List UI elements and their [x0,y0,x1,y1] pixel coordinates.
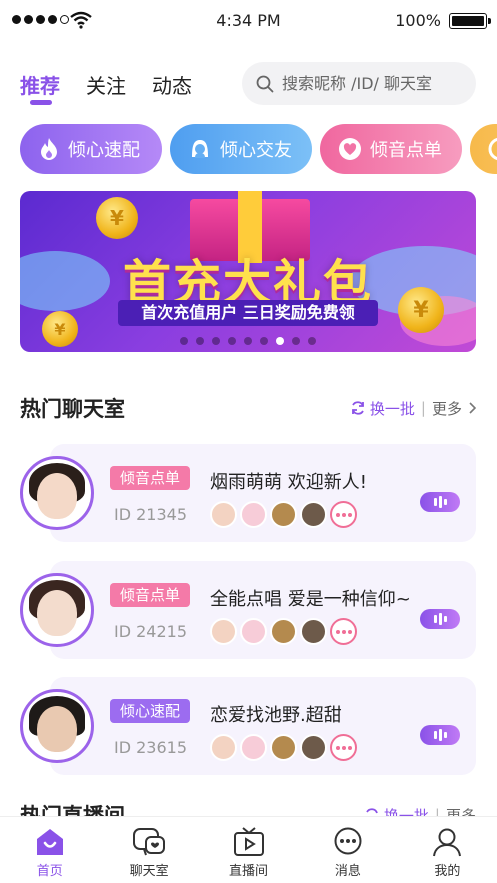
member-avatar [300,618,327,645]
chevron-right-icon [469,402,476,414]
member-avatar [270,618,297,645]
category-more-partial[interactable] [470,124,497,174]
hot-rooms-header: 热门聊天室 换一批 | 更多 [20,393,476,423]
search-input[interactable] [282,74,472,93]
search-icon [256,75,274,92]
room-id: ID 24215 [114,622,188,641]
more-members-icon[interactable] [330,501,357,528]
chat-room-icon [133,828,166,856]
category-label: 倾心速配 [68,140,140,161]
pagination-dot[interactable] [244,337,252,345]
room-id: ID 23615 [114,738,188,757]
status-bar: 4:34 PM 100% [0,0,497,42]
nav-profile[interactable]: 我的 [398,817,497,883]
promo-banner[interactable]: ¥ ¥ ¥ 首充大礼包 首次充值用户 三日奖励免费领 [20,191,476,352]
room-avatar [20,573,94,647]
coin-icon [488,137,497,161]
room-avatar [20,456,94,530]
member-avatar [240,501,267,528]
room-title: 恋爱找池野.超甜 [210,705,342,726]
category-label: 倾心交友 [220,140,292,161]
room-id: ID 21345 [114,505,188,524]
pagination-dot[interactable] [260,337,268,345]
nav-label: 我的 [434,864,461,879]
banner-pagination [20,337,476,345]
tv-icon [233,827,264,856]
member-avatar [210,501,237,528]
more-members-icon[interactable] [330,618,357,645]
bottom-nav: 首页 聊天室 直播间 消息 我的 [0,816,497,883]
more-link[interactable]: 更多 [432,398,462,419]
nav-chat-room[interactable]: 聊天室 [99,817,198,883]
battery-icon [449,13,491,29]
nav-messages[interactable]: 消息 [298,817,397,883]
room-tag: 倾心速配 [110,699,191,723]
more-members-icon[interactable] [330,734,357,761]
tab-moments[interactable]: 动态 [152,70,192,99]
swap-batch-label: 换一批 [369,399,415,418]
nav-label: 首页 [36,864,63,879]
room-title: 全能点唱 爱是一种信仰~ [210,589,411,610]
member-avatar [270,734,297,761]
pagination-dot[interactable] [196,337,204,345]
room-members [210,501,357,528]
banner-subtitle: 首次充值用户 三日奖励免费领 [118,300,378,326]
pagination-dot[interactable] [228,337,236,345]
category-label: 倾音点单 [370,140,442,161]
nav-label: 聊天室 [129,864,169,879]
swap-batch-button[interactable]: 换一批 [350,398,415,419]
room-members [210,618,357,645]
category-make-friends[interactable]: 倾心交友 [170,124,312,174]
member-avatar [300,734,327,761]
message-icon [334,827,362,855]
member-avatar [240,734,267,761]
tab-follow[interactable]: 关注 [86,70,126,99]
profile-icon [433,828,462,857]
tab-recommend[interactable]: 推荐 [20,70,60,105]
live-audio-icon [420,609,460,629]
pagination-dot[interactable] [180,337,188,345]
top-tabs: 推荐 关注 动态 [20,70,192,105]
category-row: 倾心速配 倾心交友 倾音点单 [20,124,497,174]
category-speed-match[interactable]: 倾心速配 [20,124,162,174]
room-tag: 倾音点单 [110,583,191,607]
coin-graphic: ¥ [96,197,138,239]
member-avatar [300,501,327,528]
home-icon [36,829,63,855]
nav-label: 直播间 [229,864,269,879]
live-audio-icon [420,725,460,745]
nav-live[interactable]: 直播间 [199,817,298,883]
section-title: 热门聊天室 [20,397,125,421]
room-avatar [20,689,94,763]
search-bar[interactable] [242,62,476,105]
room-members [210,734,357,761]
pagination-dot[interactable] [308,337,316,345]
member-avatar [210,618,237,645]
room-card[interactable]: 倾音点单 ID 24215 全能点唱 爱是一种信仰~ [20,561,476,659]
room-card[interactable]: 倾心速配 ID 23615 恋爱找池野.超甜 [20,677,476,775]
pagination-dot[interactable] [212,337,220,345]
heart-icon [339,138,361,160]
room-title: 烟雨萌萌 欢迎新人! [210,472,367,493]
nav-label: 消息 [334,864,361,879]
nav-home[interactable]: 首页 [0,817,99,883]
battery-percentage: 100% [395,11,441,30]
flame-icon [41,138,57,160]
room-card[interactable]: 倾音点单 ID 21345 烟雨萌萌 欢迎新人! [20,444,476,542]
category-song-request[interactable]: 倾音点单 [320,124,462,174]
refresh-icon [352,401,364,415]
friends-icon [192,140,208,158]
member-avatar [270,501,297,528]
member-avatar [240,618,267,645]
live-audio-icon [420,492,460,512]
member-avatar [210,734,237,761]
room-tag: 倾音点单 [110,466,191,490]
pagination-dot[interactable] [292,337,300,345]
pagination-dot[interactable] [276,337,284,345]
